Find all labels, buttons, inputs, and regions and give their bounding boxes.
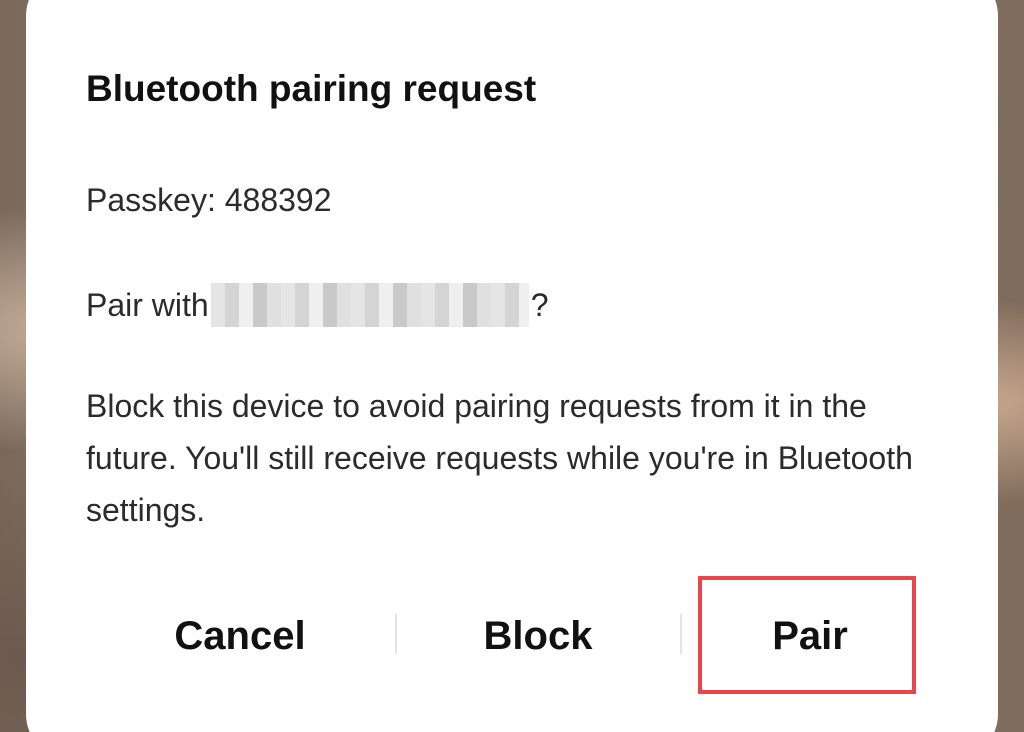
redacted-device-name: [210, 283, 529, 327]
pair-button[interactable]: Pair: [700, 600, 920, 672]
pair-with-line: Pair with ?: [86, 283, 549, 327]
block-button[interactable]: Block: [400, 600, 676, 672]
cancel-button[interactable]: Cancel: [110, 600, 370, 672]
passkey-text: Passkey: 488392: [86, 182, 332, 218]
pair-with-suffix: ?: [530, 286, 549, 323]
button-divider: [395, 614, 397, 654]
button-divider: [680, 614, 682, 654]
pair-with-prefix: Pair with: [86, 286, 209, 323]
dialog-description: Block this device to avoid pairing reque…: [86, 388, 913, 528]
dialog-title: Bluetooth pairing request: [86, 68, 537, 109]
